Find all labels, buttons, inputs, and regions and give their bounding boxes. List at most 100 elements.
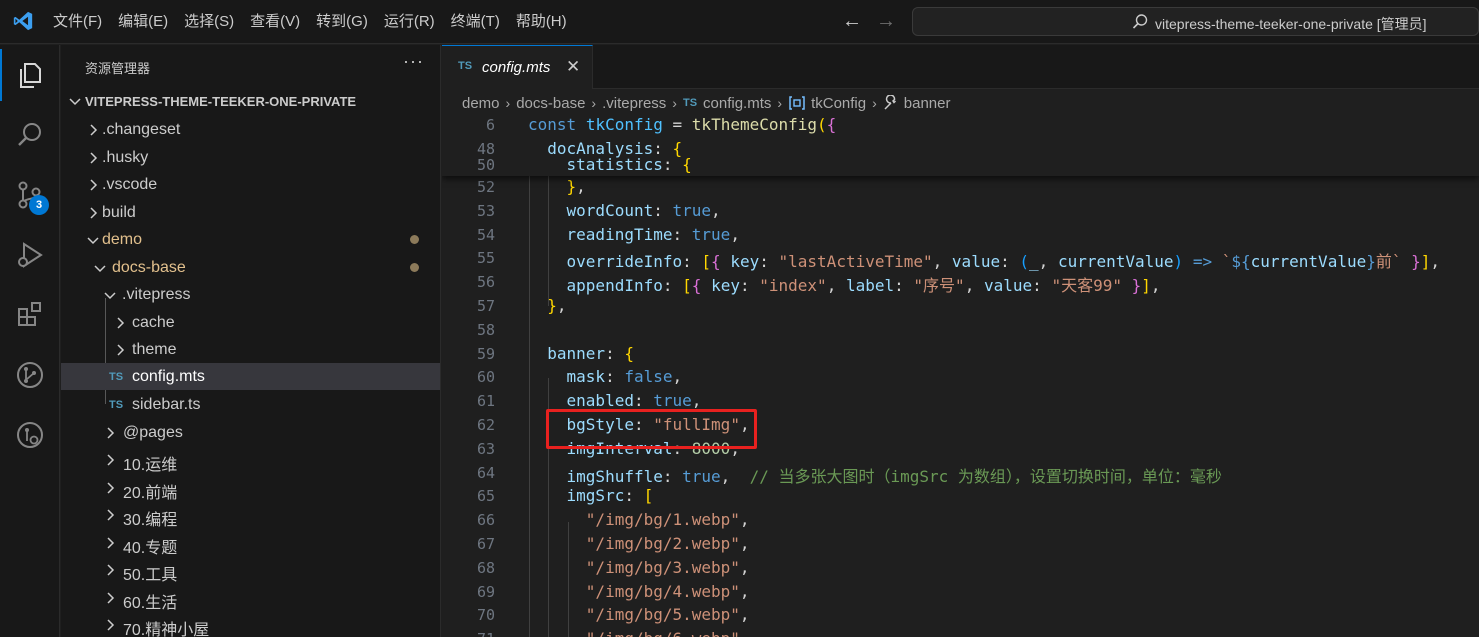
breadcrumb-item[interactable]: config.mts bbox=[703, 95, 771, 112]
code-line: 56 appendInfo: [{ key: "index", label: "… bbox=[442, 271, 1479, 295]
menu-terminal[interactable]: 终端(T) bbox=[443, 0, 508, 44]
chevron-right-icon bbox=[107, 619, 115, 631]
tree-item-label: 60.生活 bbox=[123, 595, 178, 612]
code-text: readingTime: true, bbox=[566, 224, 740, 244]
tree-item-docs-base[interactable]: docs-base bbox=[61, 254, 440, 281]
code-text: }, bbox=[547, 296, 567, 315]
wrench-icon bbox=[884, 95, 896, 110]
tree-item-70[interactable]: 70.精神小屋 bbox=[61, 611, 440, 637]
code-line: 71 "/img/bg/6.webp", bbox=[442, 628, 1479, 637]
code-line: 69 "/img/bg/4.webp", bbox=[442, 581, 1479, 605]
code-text: mask: false, bbox=[566, 367, 683, 387]
line-number: 59 bbox=[476, 344, 495, 363]
tree-item-husky[interactable]: .husky bbox=[61, 144, 440, 171]
tree-item-label: .vscode bbox=[102, 176, 158, 193]
tree-item-changeset[interactable]: .changeset bbox=[61, 116, 440, 143]
code-line: 60 mask: false, bbox=[442, 366, 1479, 390]
root-folder[interactable]: VITEPRESS-THEME-TEEKER-ONE-PRIVATE bbox=[61, 90, 440, 112]
tree-item-50[interactable]: 50.工具 bbox=[61, 556, 440, 584]
scm-badge: 3 bbox=[29, 195, 49, 215]
chevron-right-icon bbox=[90, 124, 98, 136]
chevron-down-icon bbox=[104, 292, 116, 300]
extensions-icon[interactable] bbox=[0, 285, 60, 345]
menu-edit[interactable]: 编辑(E) bbox=[110, 0, 176, 44]
variable-icon bbox=[789, 96, 805, 110]
chevron-right-icon bbox=[117, 317, 125, 329]
arrow-right-icon[interactable]: → bbox=[876, 10, 896, 33]
git-lens-icon[interactable] bbox=[0, 405, 60, 465]
chevron-right-icon: › bbox=[591, 95, 597, 111]
menu-help[interactable]: 帮助(H) bbox=[508, 0, 575, 44]
tree-item-30[interactable]: 30.编程 bbox=[61, 501, 440, 529]
chevron-down-icon bbox=[69, 98, 81, 106]
tree-item-label: .changeset bbox=[102, 121, 181, 138]
code-text: "/img/bg/5.webp", bbox=[585, 605, 750, 625]
run-debug-icon[interactable] bbox=[0, 225, 60, 285]
code-line: 6 const tkConfig = tkThemeConfig({ bbox=[442, 114, 1479, 138]
tree-item-sidebar-ts[interactable]: TS sidebar.ts bbox=[61, 391, 440, 418]
code-text: wordCount: true, bbox=[566, 200, 721, 220]
code-text: banner: { bbox=[547, 343, 634, 363]
modified-dot bbox=[410, 263, 419, 272]
tree-item-cache[interactable]: cache bbox=[61, 309, 440, 336]
line-number: 54 bbox=[476, 225, 495, 244]
tree-item-vitepress[interactable]: .vitepress bbox=[61, 281, 440, 308]
tree-item-label: demo bbox=[102, 231, 143, 248]
code-text: enabled: true, bbox=[566, 391, 702, 411]
breadcrumb-item[interactable]: demo bbox=[462, 95, 500, 112]
code-text: "/img/bg/2.webp", bbox=[585, 534, 750, 553]
menu-view[interactable]: 查看(V) bbox=[242, 0, 308, 44]
tree-item-demo[interactable]: demo bbox=[61, 226, 440, 253]
line-number: 60 bbox=[476, 368, 495, 387]
tree-item-20[interactable]: 20.前端 bbox=[61, 474, 440, 502]
tree-item-10[interactable]: 10.运维 bbox=[61, 446, 440, 474]
title-bar: 文件(F) 编辑(E) 选择(S) 查看(V) 转到(G) 运行(R) 终端(T… bbox=[0, 0, 1479, 44]
line-number: 65 bbox=[476, 487, 495, 506]
active-indicator bbox=[0, 49, 2, 101]
search-icon[interactable] bbox=[0, 105, 60, 165]
close-icon[interactable]: ✕ bbox=[566, 57, 580, 77]
more-actions-icon[interactable]: ··· bbox=[403, 51, 424, 72]
tree-item-theme[interactable]: theme bbox=[61, 336, 440, 363]
tree-item-pages[interactable]: @pages bbox=[61, 419, 440, 446]
tree-item-40[interactable]: 40.专题 bbox=[61, 529, 440, 557]
tree-item-vscode[interactable]: .vscode bbox=[61, 171, 440, 198]
tree-item-label: build bbox=[102, 204, 136, 221]
tab-config-mts[interactable]: TS config.mts ✕ bbox=[442, 45, 593, 89]
explorer-icon[interactable] bbox=[0, 45, 60, 105]
breadcrumb: demo › docs-base › .vitepress › TS confi… bbox=[462, 92, 950, 114]
chevron-right-icon bbox=[90, 207, 98, 219]
tree-item-config-mts[interactable]: TS config.mts bbox=[61, 363, 440, 390]
tree-item-build[interactable]: build bbox=[61, 199, 440, 226]
code-line: 70 "/img/bg/5.webp", bbox=[442, 604, 1479, 628]
explorer-sidebar: 资源管理器 ··· VITEPRESS-THEME-TEEKER-ONE-PRI… bbox=[61, 45, 441, 637]
line-number: 69 bbox=[476, 582, 495, 601]
menu-run[interactable]: 运行(R) bbox=[376, 0, 443, 44]
command-center[interactable]: vitepress-theme-teeker-one-private [管理员] bbox=[912, 7, 1479, 36]
breadcrumb-item[interactable]: docs-base bbox=[516, 95, 585, 112]
menu-selection[interactable]: 选择(S) bbox=[176, 0, 242, 44]
line-number: 68 bbox=[476, 558, 495, 577]
chevron-right-icon: › bbox=[672, 95, 677, 111]
code-text: statistics: { bbox=[566, 155, 692, 174]
tree-item-60[interactable]: 60.生活 bbox=[61, 584, 440, 612]
code-editor[interactable]: 6 const tkConfig = tkThemeConfig({ 48 do… bbox=[442, 114, 1479, 637]
line-number: 55 bbox=[476, 249, 495, 268]
root-folder-label: VITEPRESS-THEME-TEEKER-ONE-PRIVATE bbox=[85, 94, 357, 109]
line-number: 71 bbox=[442, 630, 495, 637]
arrow-left-icon[interactable]: ← bbox=[842, 10, 862, 33]
breadcrumb-item[interactable]: .vitepress bbox=[602, 95, 666, 112]
chevron-right-icon bbox=[107, 592, 115, 604]
chevron-down-icon bbox=[87, 237, 99, 245]
code-text: appendInfo: [{ key: "index", label: "序号"… bbox=[566, 276, 1161, 296]
typescript-file-icon: TS bbox=[109, 399, 124, 411]
source-control-icon[interactable] bbox=[0, 165, 60, 225]
breadcrumb-item[interactable]: tkConfig bbox=[811, 95, 866, 112]
tree-item-label: 30.编程 bbox=[123, 512, 178, 529]
menu-go[interactable]: 转到(G) bbox=[308, 0, 376, 44]
menu-file[interactable]: 文件(F) bbox=[45, 0, 110, 44]
tree-item-label: 50.工具 bbox=[123, 567, 178, 584]
command-center-text: vitepress-theme-teeker-one-private [管理员] bbox=[1155, 16, 1427, 32]
git-graph-icon[interactable] bbox=[0, 345, 60, 405]
breadcrumb-item[interactable]: banner bbox=[904, 95, 951, 112]
